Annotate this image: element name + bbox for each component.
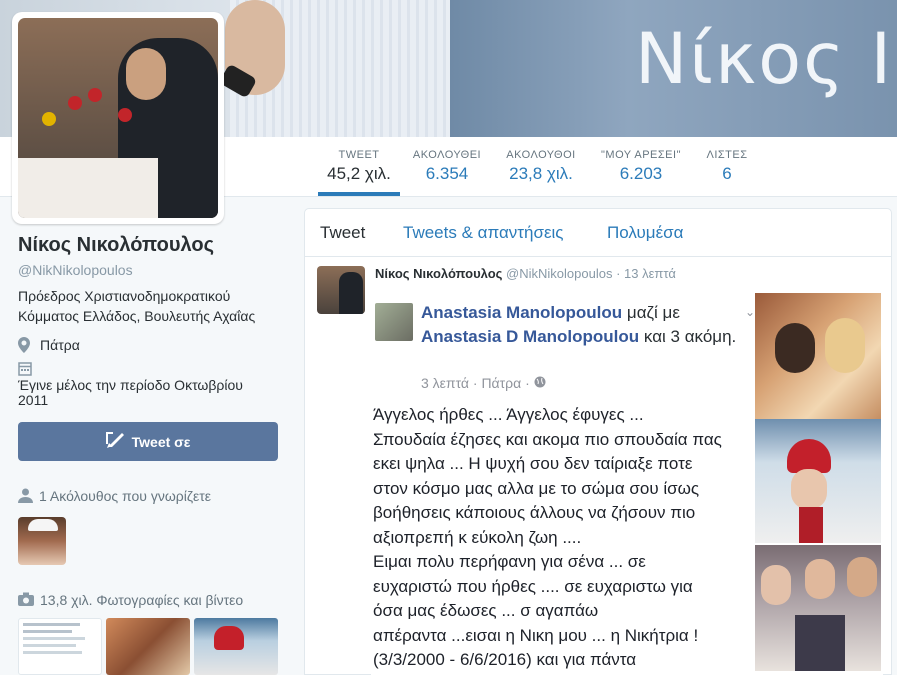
profile-joined-text: Έγινε μέλος την περίοδο Οκτωβρίου 2011 [18,377,243,408]
profile-name: Νίκος Νικολόπουλος [18,234,215,256]
stat-tweets[interactable]: TWEET 45,2 χιλ. [318,149,400,196]
fb-avatar [375,303,413,341]
fb-photo [755,419,881,543]
tweet-author-name[interactable]: Νίκος Νικολόπουλος [375,266,502,281]
timeline: Tweet Tweets & απαντήσεις Πολυμέσα Νίκος… [304,208,892,675]
photo-thumb[interactable] [18,618,102,675]
fb-photo [755,545,881,671]
profile-handle[interactable]: @NikNikolopoulos [18,262,133,278]
user-icon [18,488,33,506]
known-follower-avatar[interactable] [18,517,66,565]
map-pin-icon [18,337,34,356]
profile-bio: Πρόεδρος Χριστιανοδημοκρατικού Κόμματος … [18,288,256,324]
globe-icon [534,375,546,391]
photo-thumb[interactable] [106,618,190,675]
stat-following[interactable]: ΑΚΟΛΟΥΘΕΙ 6.354 [408,149,486,184]
fb-post-body: Άγγελος ήρθες ... Άγγελος έφυγες ... Σπο… [373,405,722,669]
stat-followers[interactable]: ΑΚΟΛΟΥΘΟΙ 23,8 χιλ. [500,149,582,184]
chevron-down-icon: ⌄ [745,305,756,319]
tweet-header: Νίκος Νικολόπουλος @NikNikolopoulos · 13… [375,266,676,281]
camera-icon [18,592,34,609]
quill-icon [105,431,126,452]
tweet-timestamp[interactable]: 13 λεπτά [624,266,676,281]
stat-likes[interactable]: "ΜΟΥ ΑΡΕΣΕΙ" 6.203 [596,149,686,184]
photos-videos-link[interactable]: 13,8 χιλ. Φωτογραφίες και βίντεο [18,592,243,609]
tab-media[interactable]: Πολυμέσα [607,223,684,243]
profile-location: Πάτρα [18,337,80,356]
tweet-to-button[interactable]: Tweet σε [18,422,278,461]
stat-lists[interactable]: ΛΙΣΤΕΣ 6 [700,149,754,184]
fb-post-title: Anastasia Manolopoulou μαζί με Anastasia… [421,303,737,346]
tweet-media-image[interactable]: Anastasia Manolopoulou μαζί με Anastasia… [371,291,883,675]
banner-name-text: Νίκος Ι. [635,18,897,100]
known-followers[interactable]: 1 Ακόλουθος που γνωρίζετε [18,488,211,506]
timeline-tabs: Tweet Tweets & απαντήσεις Πολυμέσα [305,209,891,257]
tweet-author-handle[interactable]: @NikNikolopoulos [506,266,612,281]
fb-post-meta: 3 λεπτά · Πάτρα · [421,375,546,391]
tab-tweets[interactable]: Tweet [320,223,365,243]
tab-tweets-replies[interactable]: Tweets & απαντήσεις [403,223,564,243]
photo-thumb[interactable] [194,618,278,675]
fb-photo [755,293,881,419]
tweet-author-avatar[interactable] [317,266,365,314]
profile-avatar[interactable] [12,12,224,224]
